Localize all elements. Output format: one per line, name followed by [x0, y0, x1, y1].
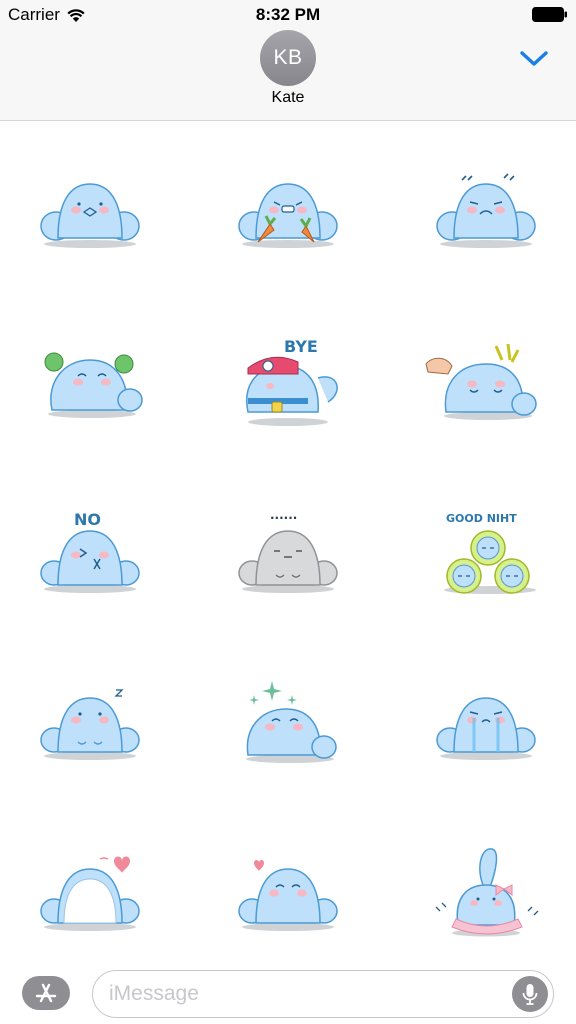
app-store-icon [35, 983, 57, 1003]
sticker-hug[interactable] [30, 847, 150, 947]
creature-cheer-icon [44, 352, 143, 418]
sticker-crying[interactable] [426, 682, 546, 782]
sticker-gray-silent[interactable]: ...... [228, 507, 348, 607]
app-store-button[interactable] [22, 976, 70, 1010]
sticker-bye[interactable]: BYE [228, 332, 348, 432]
battery-icon [532, 7, 567, 22]
sticker-sparkle[interactable] [228, 677, 348, 777]
sticker-bye-caption: BYE [284, 337, 318, 356]
sticker-grid: BYE NO ...... GOOD NIHT [0, 122, 576, 962]
status-time: 8:32 PM [255, 5, 321, 24]
sticker-dance[interactable] [426, 837, 546, 937]
microphone-button[interactable] [512, 976, 548, 1012]
sticker-no[interactable]: NO [30, 507, 150, 607]
creature-hug-icon [40, 856, 140, 931]
sticker-no-caption: NO [74, 510, 101, 529]
creature-carrots-icon [238, 183, 338, 248]
creature-sparkle-icon [246, 681, 337, 763]
contact-name[interactable]: Kate [0, 89, 576, 107]
sticker-cheer[interactable] [30, 342, 150, 442]
creature-gray-silent-icon: ...... [238, 508, 338, 593]
message-input-field [92, 970, 554, 1018]
message-input[interactable] [109, 981, 509, 1007]
creature-good-night-icon: GOOD NIHT [444, 512, 536, 594]
creature-annoyed-icon [436, 173, 536, 248]
contact-avatar[interactable]: KB [260, 30, 316, 86]
sticker-love[interactable] [228, 847, 348, 947]
conversation-header: KB Kate [0, 30, 576, 121]
sticker-gray-silent-caption: ...... [270, 508, 297, 522]
sticker-carrots[interactable] [228, 172, 348, 272]
creature-pat-icon [425, 343, 537, 420]
creature-no-icon: NO [40, 510, 140, 593]
creature-bye-icon: BYE [246, 337, 338, 426]
creature-love-icon [238, 860, 338, 931]
sticker-good-night-caption: GOOD NIHT [446, 512, 517, 525]
sticker-good-night[interactable]: GOOD NIHT [426, 502, 546, 602]
sticker-neutral[interactable] [30, 172, 150, 272]
microphone-icon [522, 984, 538, 1005]
sticker-pat[interactable] [425, 342, 546, 442]
creature-dance-icon [435, 848, 539, 937]
compose-bar [0, 962, 576, 1024]
creature-crying-icon [436, 697, 536, 760]
chevron-down-icon[interactable] [518, 47, 550, 69]
creature-neutral-icon [40, 183, 140, 248]
sticker-annoyed[interactable] [426, 172, 546, 272]
creature-sleepy-icon [40, 689, 140, 760]
status-bar: Carrier 8:32 PM [0, 0, 576, 30]
sticker-sleepy[interactable] [30, 682, 150, 782]
